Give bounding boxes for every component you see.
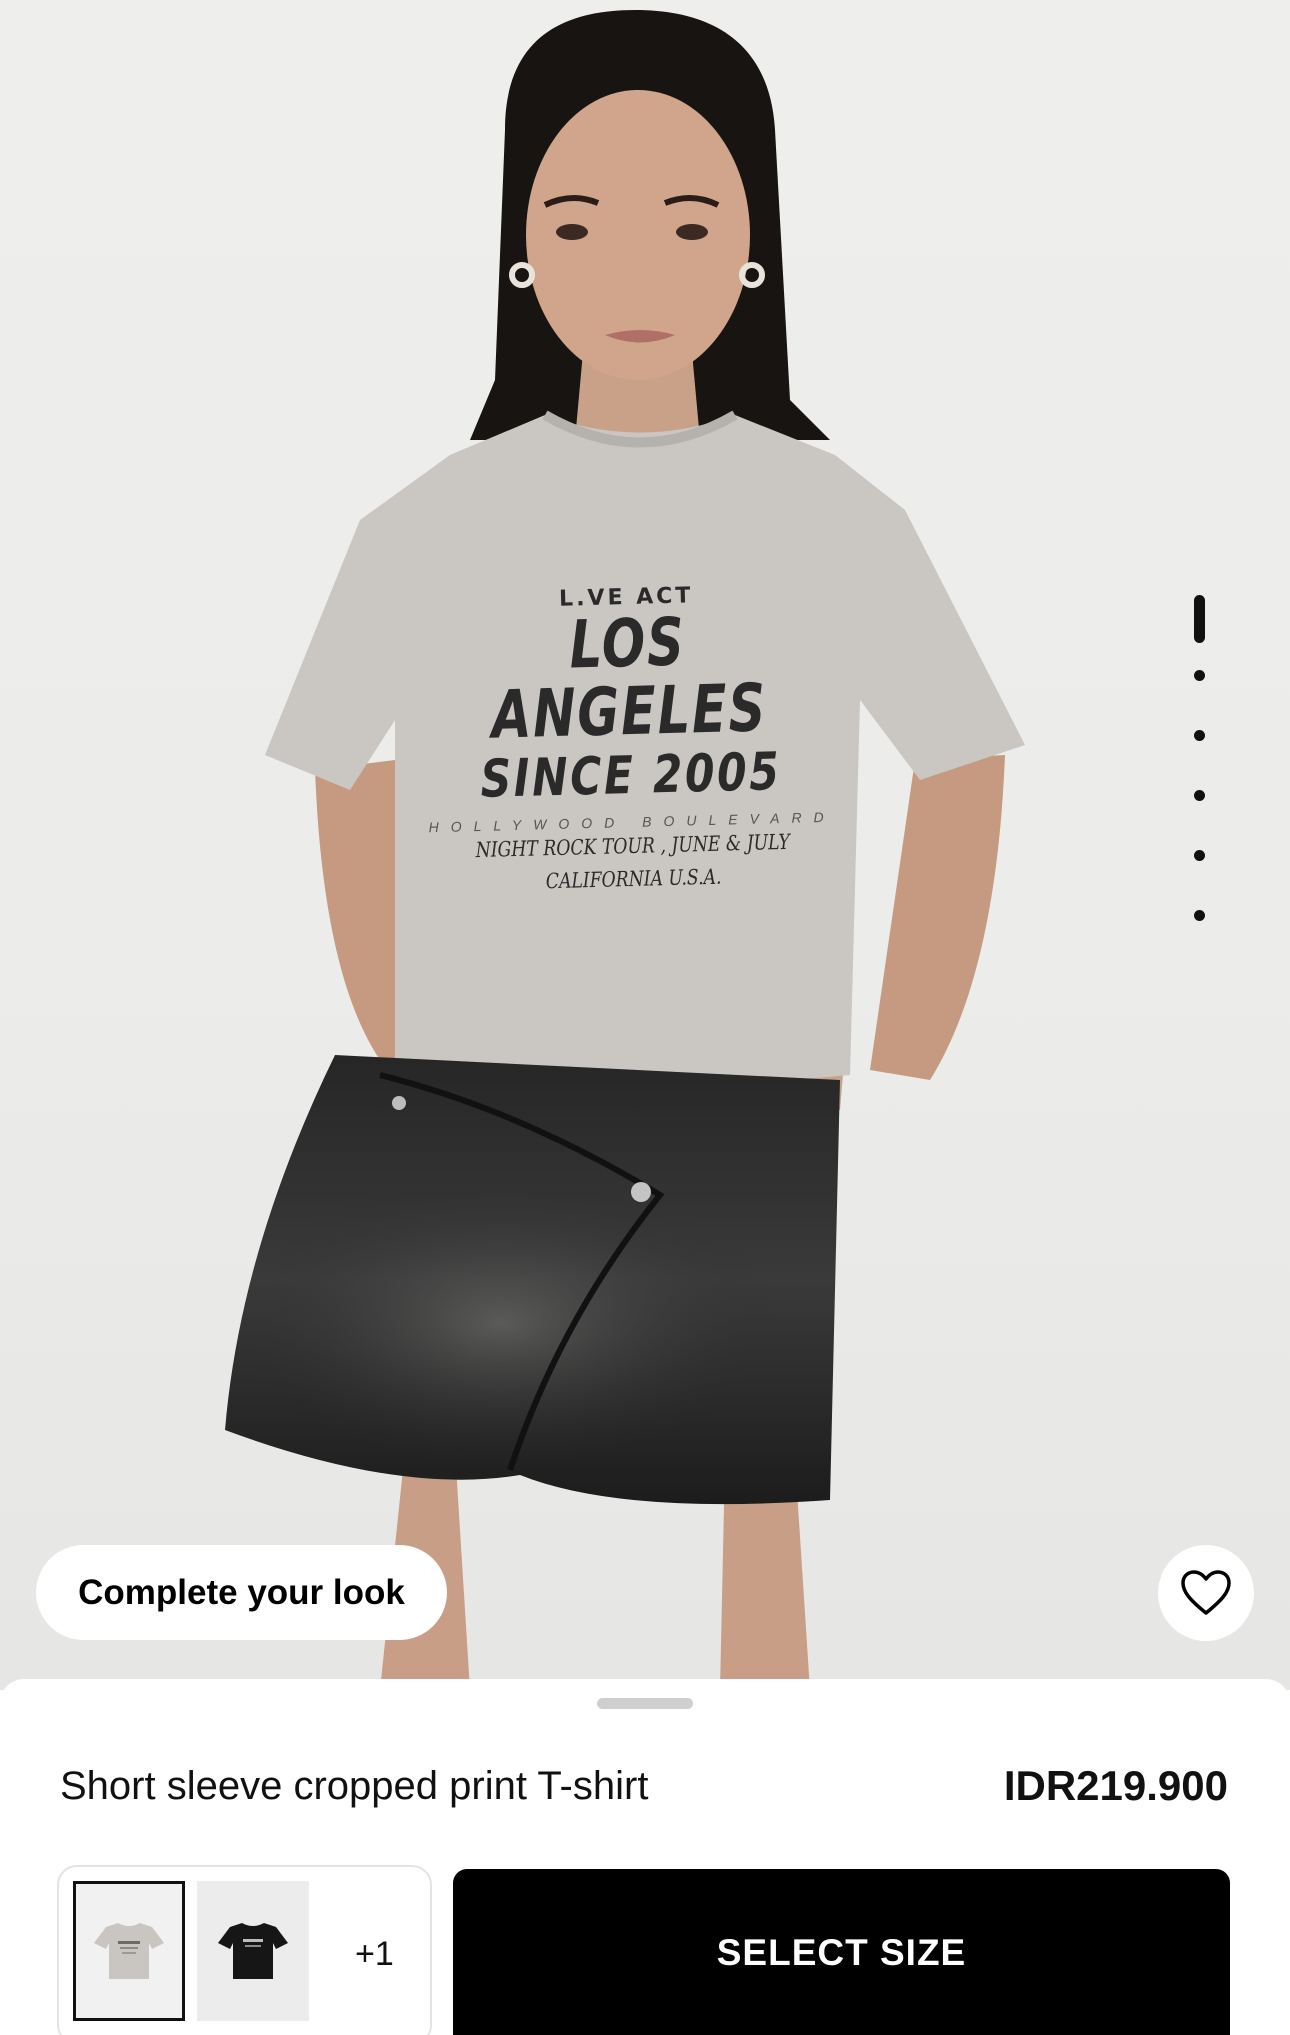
- color-swatch-black[interactable]: [197, 1881, 309, 2021]
- color-swatch-grey[interactable]: [73, 1881, 185, 2021]
- heart-outline-icon: [1181, 1570, 1231, 1615]
- product-title: Short sleeve cropped print T-shirt: [60, 1764, 649, 1808]
- more-colors-count[interactable]: +1: [355, 1935, 394, 1974]
- print-line-3: SINCE 2005: [479, 742, 783, 810]
- complete-your-look-label: Complete your look: [78, 1572, 405, 1612]
- gallery-pager[interactable]: [1189, 595, 1209, 970]
- pager-indicator[interactable]: [1193, 790, 1205, 801]
- pager-indicator[interactable]: [1193, 910, 1205, 921]
- pager-indicator[interactable]: [1193, 730, 1205, 741]
- pager-indicator[interactable]: [1193, 670, 1205, 681]
- sheet-grabber-handle[interactable]: [597, 1698, 693, 1709]
- product-price: IDR219.900: [1003, 1762, 1228, 1809]
- color-swatch-picker: +1: [57, 1865, 432, 2035]
- select-size-label: SELECT SIZE: [716, 1932, 967, 1973]
- favorite-button[interactable]: [1158, 1545, 1254, 1641]
- complete-your-look-button[interactable]: Complete your look: [36, 1545, 447, 1640]
- print-line-2: LOS ANGELES: [490, 603, 768, 754]
- shirt-print-text: L.VE ACT LOS ANGELES SINCE 2005 HOLLYWOO…: [396, 579, 864, 902]
- select-size-button[interactable]: SELECT SIZE: [453, 1869, 1230, 2035]
- pager-indicator[interactable]: [1193, 850, 1205, 861]
- tshirt-thumbnail-icon: [94, 1923, 164, 1979]
- tshirt-thumbnail-icon: [218, 1923, 288, 1979]
- pager-indicator-active[interactable]: [1193, 595, 1205, 643]
- product-bottom-sheet[interactable]: Short sleeve cropped print T-shirt IDR21…: [0, 1679, 1290, 2035]
- product-image-gallery[interactable]: L.VE ACT LOS ANGELES SINCE 2005 HOLLYWOO…: [0, 0, 1290, 1690]
